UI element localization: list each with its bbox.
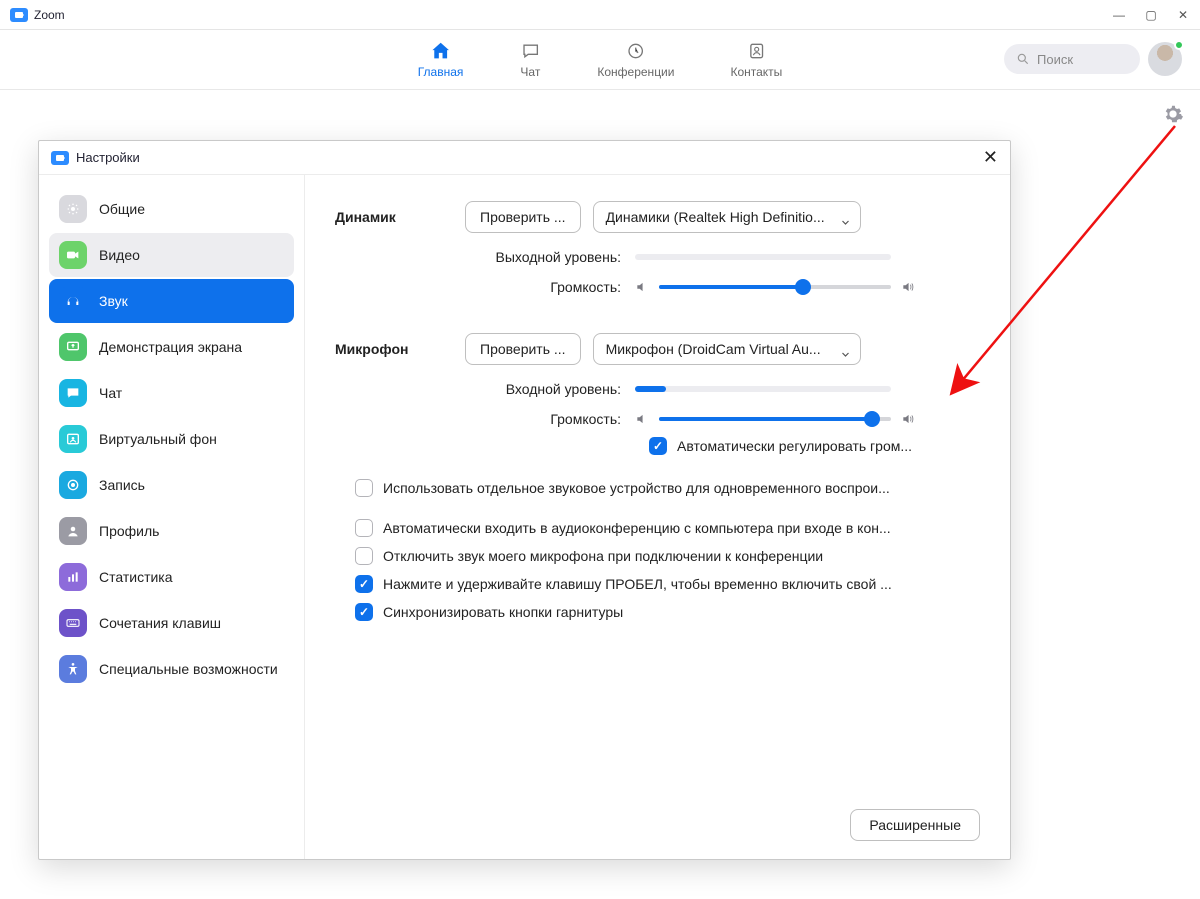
gear-icon: [59, 195, 87, 223]
record-icon: [59, 471, 87, 499]
chevron-down-icon: [841, 346, 850, 355]
profile-icon: [59, 517, 87, 545]
zoom-icon: [10, 8, 28, 22]
minimize-button[interactable]: —: [1112, 8, 1126, 22]
contacts-icon: [745, 40, 767, 62]
advanced-button[interactable]: Расширенные: [850, 809, 980, 841]
sidebar-item-video[interactable]: Видео: [49, 233, 294, 277]
opt-separate-device-checkbox[interactable]: [355, 479, 373, 497]
settings-titlebar: Настройки ✕: [39, 141, 1010, 175]
mic-volume-slider[interactable]: [659, 417, 891, 421]
tab-chat[interactable]: Чат: [519, 40, 541, 79]
window-controls: — ▢ ✕: [1112, 8, 1190, 22]
tab-home[interactable]: Главная: [418, 40, 464, 79]
chat-icon: [59, 379, 87, 407]
output-level-meter: [635, 254, 891, 260]
volume-low-icon: [635, 280, 649, 294]
stats-icon: [59, 563, 87, 591]
auto-gain-label: Автоматически регулировать гром...: [677, 438, 912, 454]
chat-icon: [519, 40, 541, 62]
settings-sidebar: Общие Видео Звук Демонстрация экрана Чат…: [39, 175, 305, 859]
sidebar-item-chat[interactable]: Чат: [49, 371, 294, 415]
window-titlebar: Zoom — ▢ ✕: [0, 0, 1200, 30]
volume-high-icon: [901, 280, 915, 294]
sidebar-item-stats[interactable]: Статистика: [49, 555, 294, 599]
sidebar-item-keys[interactable]: Сочетания клавиш: [49, 601, 294, 645]
settings-dialog: Настройки ✕ Общие Видео Звук Демонстраци…: [38, 140, 1011, 860]
keyboard-icon: [59, 609, 87, 637]
headphones-icon: [59, 287, 87, 315]
speaker-volume-slider[interactable]: [659, 285, 891, 289]
test-mic-button[interactable]: Проверить ...: [465, 333, 581, 365]
zoom-icon: [51, 151, 69, 165]
sidebar-item-background[interactable]: Виртуальный фон: [49, 417, 294, 461]
input-level-meter: [635, 386, 891, 392]
tab-meetings[interactable]: Конференции: [597, 40, 674, 79]
sidebar-item-profile[interactable]: Профиль: [49, 509, 294, 553]
mic-section-label: Микрофон: [335, 341, 465, 357]
chevron-down-icon: [841, 214, 850, 223]
opt-headset-sync-checkbox[interactable]: [355, 603, 373, 621]
home-icon: [430, 40, 452, 62]
speaker-section-label: Динамик: [335, 209, 465, 225]
presence-dot: [1174, 40, 1184, 50]
mic-device-select[interactable]: Микрофон (DroidCam Virtual Au...: [593, 333, 861, 365]
sidebar-item-general[interactable]: Общие: [49, 187, 294, 231]
speaker-device-select[interactable]: Динамики (Realtek High Definitio...: [593, 201, 861, 233]
search-input[interactable]: Поиск: [1004, 44, 1140, 74]
volume-high-icon: [901, 412, 915, 426]
settings-content-audio: Динамик Проверить ... Динамики (Realtek …: [305, 175, 1010, 859]
sidebar-item-share[interactable]: Демонстрация экрана: [49, 325, 294, 369]
search-icon: [1016, 52, 1030, 66]
sidebar-item-record[interactable]: Запись: [49, 463, 294, 507]
input-level-label: Входной уровень:: [335, 381, 635, 397]
opt-auto-join-audio-checkbox[interactable]: [355, 519, 373, 537]
output-level-label: Выходной уровень:: [335, 249, 635, 265]
close-button[interactable]: ✕: [1176, 8, 1190, 22]
volume-low-icon: [635, 412, 649, 426]
window-title: Zoom: [34, 8, 65, 22]
gear-icon[interactable]: [1162, 103, 1184, 125]
sidebar-item-audio[interactable]: Звук: [49, 279, 294, 323]
opt-mute-on-join-checkbox[interactable]: [355, 547, 373, 565]
video-icon: [59, 241, 87, 269]
clock-icon: [625, 40, 647, 62]
accessibility-icon: [59, 655, 87, 683]
avatar[interactable]: [1148, 42, 1182, 76]
settings-title: Настройки: [76, 150, 140, 165]
top-nav: Главная Чат Конференции Контакты Поиск: [0, 30, 1200, 90]
speaker-volume-label: Громкость:: [335, 279, 635, 295]
share-icon: [59, 333, 87, 361]
auto-gain-checkbox[interactable]: [649, 437, 667, 455]
background-icon: [59, 425, 87, 453]
sidebar-item-accessibility[interactable]: Специальные возможности: [49, 647, 294, 691]
mic-volume-label: Громкость:: [335, 411, 635, 427]
opt-space-unmute-checkbox[interactable]: [355, 575, 373, 593]
test-speaker-button[interactable]: Проверить ...: [465, 201, 581, 233]
tab-contacts[interactable]: Контакты: [730, 40, 782, 79]
maximize-button[interactable]: ▢: [1144, 8, 1158, 22]
close-icon[interactable]: ✕: [983, 147, 998, 168]
